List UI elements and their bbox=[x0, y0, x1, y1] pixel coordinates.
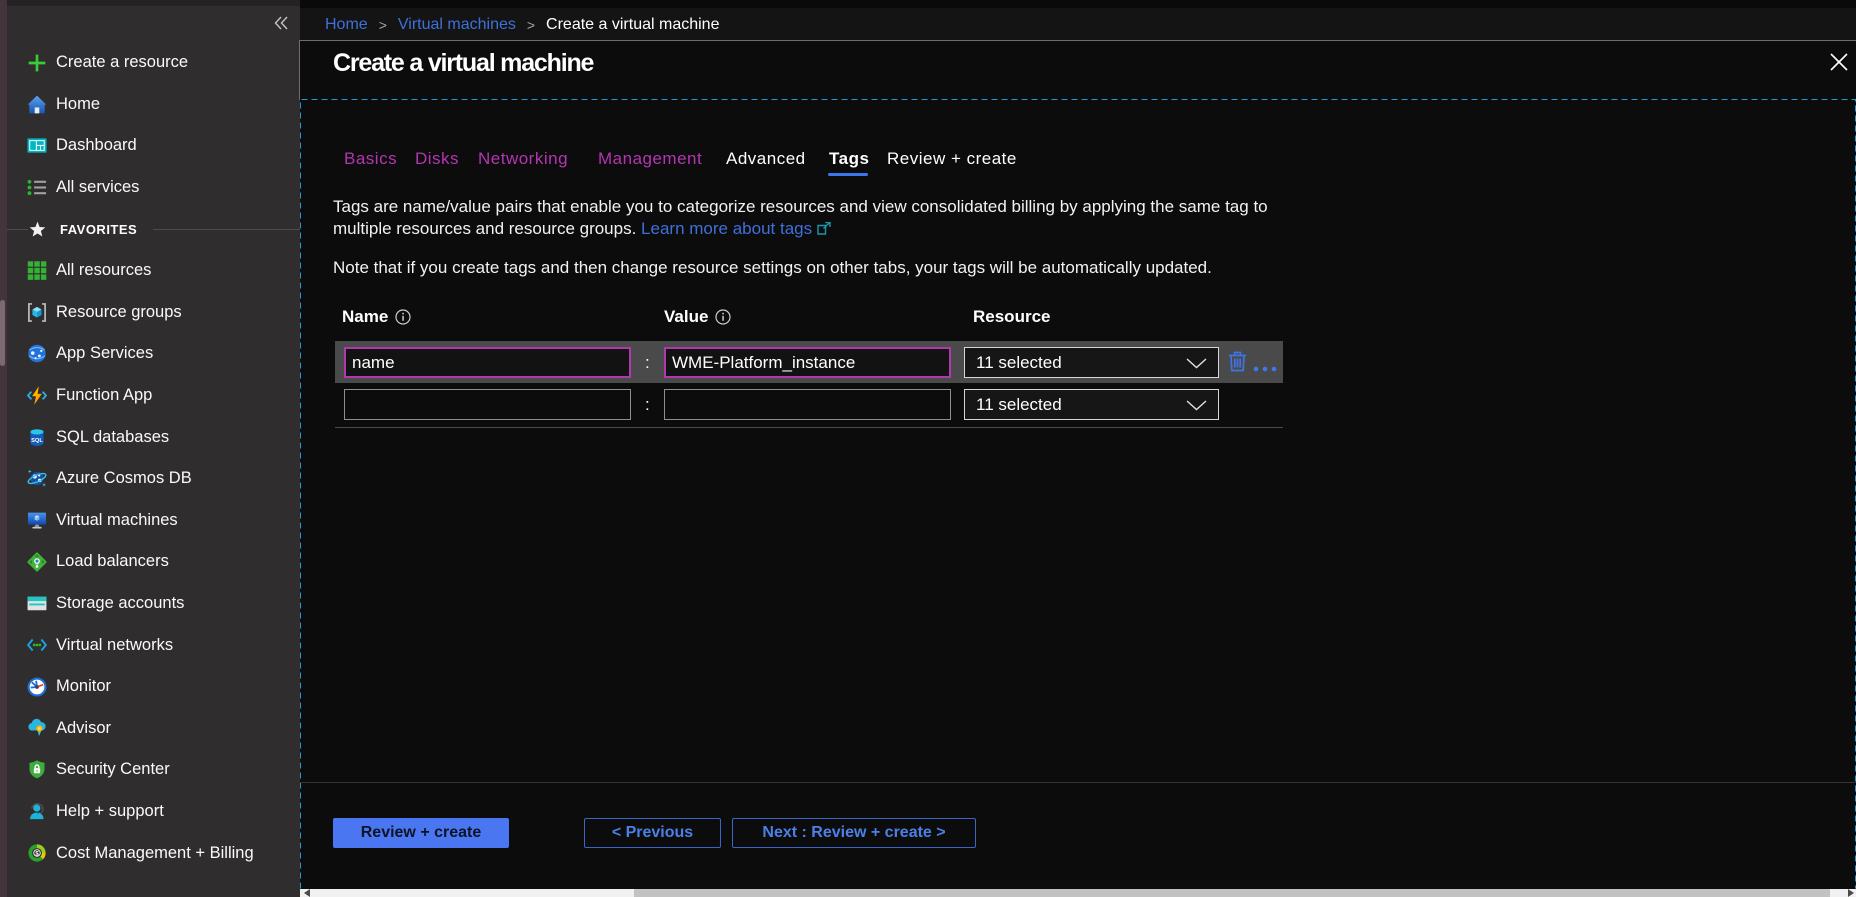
svg-text:$: $ bbox=[35, 850, 39, 857]
svg-text:SQL: SQL bbox=[31, 438, 43, 444]
